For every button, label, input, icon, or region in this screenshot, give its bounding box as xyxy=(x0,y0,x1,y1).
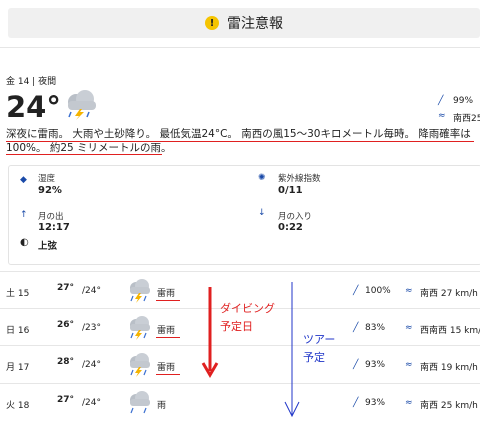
red-underline xyxy=(156,374,180,375)
raindrop-icon: ╱ xyxy=(438,96,444,106)
annotation-scheduled-day: 予定日 xyxy=(220,320,253,333)
current-date: 金 14 | 夜間 xyxy=(6,77,57,87)
forecast-low: /24° xyxy=(82,360,101,370)
humidity-icon: ◆ xyxy=(20,175,27,185)
forecast-wind: 南西 25 km/h xyxy=(420,401,478,411)
raindrop-icon: ╱ xyxy=(353,323,359,333)
thunderstorm-icon xyxy=(130,279,150,303)
forecast-high: 27° xyxy=(57,395,75,405)
forecast-day: 日 16 xyxy=(6,326,30,336)
wind-icon: ≈ xyxy=(405,360,413,370)
alert-banner[interactable]: ! 雷注意報 xyxy=(8,8,480,38)
current-wind: 南西25 xyxy=(453,114,480,124)
thunderstorm-icon xyxy=(130,391,150,414)
moonrise-value: 12:17 xyxy=(38,222,70,233)
forecast-row[interactable]: 月 17 28° /24° 雷雨 ╱ 93% ≈ 南西 19 km/h xyxy=(0,346,480,384)
moonrise-icon: ↑ xyxy=(20,210,28,220)
forecast-row[interactable]: 火 18 27° /24° 雨 ╱ 93% ≈ 南西 25 km/h xyxy=(0,384,480,422)
annotation-diving: ダイビング xyxy=(220,302,275,315)
moonset-value: 0:22 xyxy=(278,222,303,233)
forecast-high: 26° xyxy=(57,320,75,330)
forecast-high: 27° xyxy=(57,283,75,293)
current-temperature: 24° xyxy=(6,90,61,124)
forecast-wind: 南西 19 km/h xyxy=(420,363,478,373)
forecast-high: 28° xyxy=(57,357,75,367)
red-arrow xyxy=(201,287,219,378)
forecast-low: /24° xyxy=(82,286,101,296)
forecast-rain-chance: 93% xyxy=(365,398,386,408)
warning-icon: ! xyxy=(205,16,219,30)
alert-text: 雷注意報 xyxy=(227,16,283,32)
red-underline xyxy=(156,300,180,301)
wind-icon: ≈ xyxy=(405,286,413,296)
forecast-low: /23° xyxy=(82,323,101,333)
moonset-icon: ↓ xyxy=(258,208,266,218)
humidity-label: 湿度 xyxy=(38,174,56,184)
forecast-rain-chance: 100% xyxy=(365,286,391,296)
uv-label: 紫外線指数 xyxy=(278,174,321,184)
moon-phase: 上弦 xyxy=(38,241,58,252)
thunderstorm-icon xyxy=(68,90,96,120)
forecast-day: 土 15 xyxy=(6,289,30,299)
current-rain-chance: 99% xyxy=(453,96,474,106)
red-underline xyxy=(6,154,162,155)
raindrop-icon: ╱ xyxy=(353,360,359,370)
raindrop-icon: ╱ xyxy=(353,398,359,408)
moonrise-label: 月の出 xyxy=(38,212,64,222)
wind-icon: ≈ xyxy=(438,111,446,121)
humidity-value: 92% xyxy=(38,185,62,196)
annotation-tour: ツアー xyxy=(303,333,336,346)
wind-icon: ≈ xyxy=(405,323,413,333)
wind-icon: ≈ xyxy=(405,398,413,408)
forecast-low: /24° xyxy=(82,398,101,408)
forecast-condition: 雨 xyxy=(157,401,167,411)
details-card xyxy=(8,165,480,265)
forecast-rain-chance: 83% xyxy=(365,323,386,333)
forecast-rain-chance: 93% xyxy=(365,360,386,370)
forecast-day: 火 18 xyxy=(6,401,30,411)
raindrop-icon: ╱ xyxy=(353,286,359,296)
blue-arrow xyxy=(284,282,300,418)
red-underline xyxy=(6,141,474,142)
red-underline xyxy=(156,337,180,338)
forecast-condition: 雷雨 xyxy=(157,289,176,299)
forecast-wind: 西南西 15 km/h xyxy=(420,326,480,336)
uv-icon: ✺ xyxy=(258,173,266,183)
uv-value: 0/11 xyxy=(278,185,303,196)
forecast-condition: 雷雨 xyxy=(157,326,176,336)
forecast-day: 月 17 xyxy=(6,363,30,373)
forecast-wind: 南西 27 km/h xyxy=(420,289,478,299)
thunderstorm-icon xyxy=(130,353,150,377)
annotation-planned: 予定 xyxy=(303,351,325,364)
forecast-condition: 雷雨 xyxy=(157,363,176,373)
divider xyxy=(0,47,480,48)
thunderstorm-icon xyxy=(130,316,150,340)
moon-phase-icon: ◐ xyxy=(20,237,29,248)
moonset-label: 月の入り xyxy=(278,212,313,222)
